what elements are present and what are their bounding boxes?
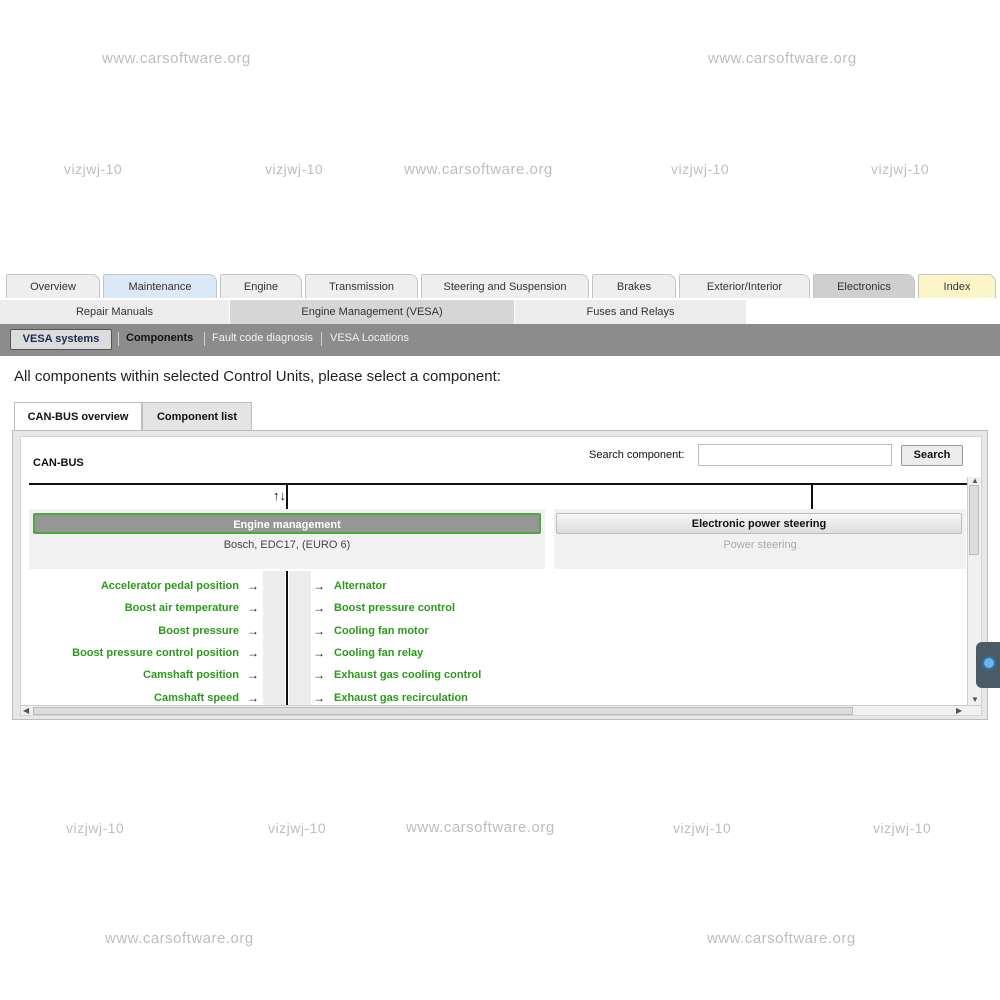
tab-index[interactable]: Index: [918, 274, 996, 298]
watermark: vizjwj-10: [873, 820, 932, 836]
toolbar-divider: [321, 332, 322, 346]
right-arrow-icon: →: [247, 668, 259, 682]
main-tab-bar: Overview Maintenance Engine Transmission…: [0, 274, 1000, 300]
vertical-scroll-thumb[interactable]: [969, 485, 979, 555]
input-component[interactable]: Boost pressure control position: [72, 647, 239, 659]
watermark: vizjwj-10: [871, 161, 930, 177]
tab-transmission[interactable]: Transmission: [305, 274, 418, 298]
output-arrow-column: [289, 571, 311, 705]
toolbar-divider: [204, 332, 205, 346]
vesa-systems-button[interactable]: VESA systems: [10, 329, 112, 350]
toolbar-divider: [118, 332, 119, 346]
tab-engine[interactable]: Engine: [220, 274, 302, 298]
tab-canbus-overview[interactable]: CAN-BUS overview: [14, 402, 142, 432]
tab-electronics[interactable]: Electronics: [813, 274, 915, 298]
right-arrow-icon: →: [247, 601, 259, 615]
scroll-left-icon[interactable]: ◀: [23, 706, 29, 715]
right-arrow-icon: →: [247, 646, 259, 660]
control-unit-steering-title[interactable]: Electronic power steering: [556, 513, 962, 534]
bus-connector-steering: [811, 483, 813, 511]
watermark: vizjwj-10: [673, 820, 732, 836]
watermark: www.carsoftware.org: [404, 161, 553, 178]
watermark: www.carsoftware.org: [707, 930, 856, 947]
bus-direction-arrows-icon: ↑↓: [273, 488, 286, 503]
watermark: vizjwj-10: [64, 161, 123, 177]
search-input[interactable]: [698, 444, 892, 466]
input-component[interactable]: Accelerator pedal position: [101, 580, 239, 592]
right-arrow-icon: →: [313, 624, 325, 638]
right-arrow-icon: →: [247, 624, 259, 638]
scroll-down-icon[interactable]: ▼: [971, 695, 979, 704]
output-component[interactable]: Exhaust gas recirculation: [334, 692, 468, 704]
right-arrow-icon: →: [247, 579, 259, 593]
tab-exterior-interior[interactable]: Exterior/Interior: [679, 274, 810, 298]
horizontal-scroll-thumb[interactable]: [33, 707, 853, 715]
watermark: vizjwj-10: [265, 161, 324, 177]
watermark: www.carsoftware.org: [102, 50, 251, 67]
watermark: vizjwj-10: [671, 161, 730, 177]
scroll-right-icon[interactable]: ▶: [956, 706, 962, 715]
control-unit-steering: Electronic power steering Power steering: [554, 509, 966, 569]
vesa-locations-link[interactable]: VESA Locations: [330, 332, 409, 344]
subtab-engine-management[interactable]: Engine Management (VESA): [230, 300, 515, 324]
page-heading: All components within selected Control U…: [14, 368, 501, 385]
horizontal-scrollbar[interactable]: ◀ ▶: [21, 705, 981, 715]
output-component[interactable]: Cooling fan relay: [334, 647, 423, 659]
scroll-up-icon[interactable]: ▲: [971, 476, 979, 485]
watermark: www.carsoftware.org: [105, 930, 254, 947]
help-icon: [982, 656, 996, 670]
right-arrow-icon: →: [313, 601, 325, 615]
fault-code-diagnosis-link[interactable]: Fault code diagnosis: [212, 332, 313, 344]
input-component[interactable]: Camshaft speed: [154, 692, 239, 704]
right-arrow-icon: →: [313, 579, 325, 593]
tab-maintenance[interactable]: Maintenance: [103, 274, 217, 298]
vesa-toolbar: VESA systems Components Fault code diagn…: [0, 324, 1000, 356]
input-component[interactable]: Boost pressure: [158, 625, 239, 637]
watermark: www.carsoftware.org: [406, 819, 555, 836]
right-arrow-icon: →: [313, 668, 325, 682]
output-component[interactable]: Boost pressure control: [334, 602, 455, 614]
search-label: Search component:: [589, 449, 685, 461]
control-unit-steering-subtitle: Power steering: [723, 539, 797, 551]
watermark: vizjwj-10: [66, 820, 125, 836]
input-arrow-column: [263, 571, 285, 705]
output-component[interactable]: Cooling fan motor: [334, 625, 429, 637]
input-components-list: Accelerator pedal position Boost air tem…: [21, 437, 239, 715]
tab-steering-suspension[interactable]: Steering and Suspension: [421, 274, 589, 298]
engine-unit-divider: [286, 571, 288, 705]
right-arrow-icon: →: [313, 646, 325, 660]
input-component[interactable]: Camshaft position: [143, 669, 239, 681]
output-component[interactable]: Alternator: [334, 580, 387, 592]
watermark: vizjwj-10: [268, 820, 327, 836]
tab-component-list[interactable]: Component list: [142, 402, 252, 430]
tab-brakes[interactable]: Brakes: [592, 274, 676, 298]
right-arrow-icon: →: [313, 691, 325, 705]
output-component[interactable]: Exhaust gas cooling control: [334, 669, 481, 681]
input-component[interactable]: Boost air temperature: [125, 602, 239, 614]
subtab-repair-manuals[interactable]: Repair Manuals: [0, 300, 230, 324]
components-link[interactable]: Components: [126, 332, 193, 344]
canbus-panel: CAN-BUS Search component: Search ↑↓ Engi…: [20, 436, 982, 716]
subtab-fuses-relays[interactable]: Fuses and Relays: [515, 300, 747, 324]
search-button[interactable]: Search: [901, 445, 963, 466]
tab-overview[interactable]: Overview: [6, 274, 100, 298]
watermark: www.carsoftware.org: [708, 50, 857, 67]
app-window: Overview Maintenance Engine Transmission…: [0, 270, 1000, 728]
right-arrow-icon: →: [247, 691, 259, 705]
side-help-widget[interactable]: [976, 642, 1000, 688]
sub-tab-bar: Repair Manuals Engine Management (VESA) …: [0, 300, 1000, 324]
